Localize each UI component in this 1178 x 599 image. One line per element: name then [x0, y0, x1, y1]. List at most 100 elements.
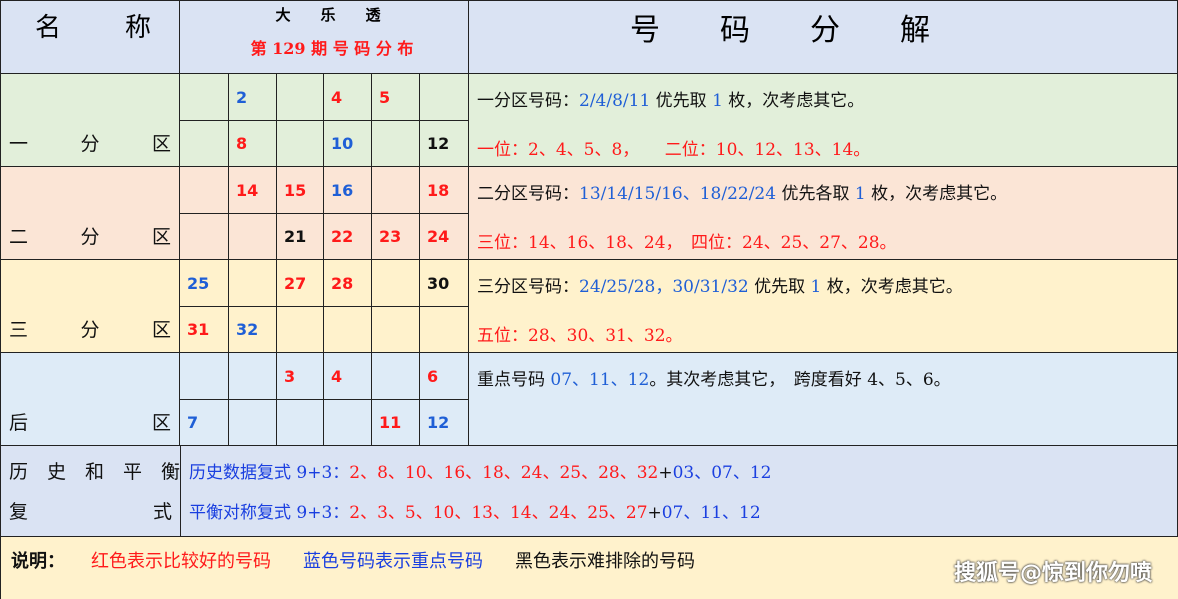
- zone-note-run: 枚，次考虑其它。: [821, 277, 963, 297]
- zone-note-run: 五位：28、30、31、32。: [477, 326, 683, 346]
- zone-note-run: 重点号码: [477, 370, 551, 390]
- zone-label: 一分区: [9, 129, 171, 156]
- number-cell: 15: [277, 167, 324, 214]
- zone-note-run: 枚，次考虑其它。: [865, 184, 1008, 204]
- zone-note-run: 1: [810, 277, 822, 297]
- zone-note-line: 一分区号码：2/4/8/11 优先取 1 枚，次考虑其它。: [477, 86, 864, 111]
- number-cell: [229, 214, 277, 260]
- compound-label-bottom-a: 复: [9, 500, 29, 523]
- number-cell: 4: [324, 353, 372, 400]
- zone-note-run: 一位：2、4、5、8， 二位：10、12、13、14。: [477, 140, 871, 160]
- zone-label-char: 分: [80, 226, 100, 248]
- compound-run: 平衡对称复式 9+3：: [189, 502, 350, 523]
- zone-notes-cell: 重点号码 07、11、12。其次考虑其它， 跨度看好 4、5、6。: [469, 353, 1178, 446]
- compound-line: 平衡对称复式 9+3：2、3、5、10、13、14、24、25、27+07、11…: [189, 498, 761, 523]
- number-cell: [324, 400, 372, 446]
- zone-note-line: 一位：2、4、5、8， 二位：10、12、13、14。: [477, 135, 870, 160]
- zone-note-run: 2/4/8/11: [579, 91, 651, 111]
- zone-note-line: 三分区号码：24/25/28，30/31/32 优先取 1 枚，次考虑其它。: [477, 272, 963, 297]
- zone-label-char: 三: [9, 319, 29, 341]
- legend-blue: 蓝色号码表示重点号码: [303, 551, 483, 572]
- number-cell: 24: [420, 214, 469, 260]
- zone-notes-cell: 一分区号码：2/4/8/11 优先取 1 枚，次考虑其它。一位：2、4、5、8，…: [469, 74, 1178, 167]
- compound-run: 2、3、5、10、13、14、24、25、27: [349, 502, 648, 523]
- legend-black: 黑色表示难排除的号码: [515, 551, 695, 572]
- compound-label-bottom-b: 式: [152, 500, 172, 523]
- number-cell: [420, 307, 469, 353]
- number-cell: 31: [180, 307, 229, 353]
- zone-label-char: 区: [151, 226, 171, 248]
- zone-label-char: 二: [9, 226, 29, 248]
- zone-label-char: 区: [151, 412, 171, 434]
- number-cell: 28: [324, 260, 372, 307]
- number-cell: 32: [229, 307, 277, 353]
- zone-label-char: 一: [9, 133, 29, 155]
- name-col-header-text: 名 称: [35, 13, 156, 43]
- zone-note-line: 重点号码 07、11、12。其次考虑其它， 跨度看好 4、5、6。: [477, 365, 951, 390]
- zone-note-line: 三位：14、16、18、24， 四位：24、25、27、28。: [477, 228, 897, 253]
- zone-note-run: 三位：14、16、18、24， 四位：24、25、27、28。: [477, 233, 897, 253]
- compound-line: 历史数据复式 9+3：2、8、10、16、18、24、25、28、32+03、0…: [189, 458, 772, 483]
- zone-note-run: 13/14/15/16、18/22/24: [579, 184, 777, 204]
- zone-note-run: 优先取: [748, 277, 811, 297]
- number-cell: 6: [420, 353, 469, 400]
- zone-note-run: 1: [712, 91, 723, 111]
- number-cell: [324, 307, 372, 353]
- compound-label-top: 历 史 和 平 衡: [9, 461, 181, 484]
- number-cell: 2: [229, 74, 277, 121]
- number-cell: 27: [277, 260, 324, 307]
- number-cell: [229, 260, 277, 307]
- compound-label-bottom: 复 式: [9, 497, 172, 524]
- zone-note-run: 24/25/28，30/31/32: [579, 277, 749, 297]
- number-cell: [180, 167, 229, 214]
- zone-note-line: 二分区号码：13/14/15/16、18/22/24 优先各取 1 枚，次考虑其…: [477, 179, 1007, 204]
- zone-notes-cell: 三分区号码：24/25/28，30/31/32 优先取 1 枚，次考虑其它。五位…: [469, 260, 1178, 353]
- lottery-name: 大 乐 透: [275, 6, 381, 24]
- zone-label-char: 分: [80, 319, 100, 341]
- compound-run: +: [658, 463, 673, 484]
- number-cell: 7: [180, 400, 229, 446]
- number-cell: 18: [420, 167, 469, 214]
- number-cell: 25: [180, 260, 229, 307]
- number-cell: 8: [229, 121, 277, 167]
- number-cell: [180, 353, 229, 400]
- number-cell: [229, 353, 277, 400]
- number-cell: 12: [420, 400, 469, 446]
- zone-note-run: 1: [854, 184, 866, 204]
- number-cell: [372, 260, 420, 307]
- number-cell: [180, 121, 229, 167]
- decompose-title: 号 码 分 解: [630, 13, 930, 48]
- number-cell: 14: [229, 167, 277, 214]
- compound-run: +: [647, 502, 662, 523]
- number-cell: [277, 307, 324, 353]
- zone-label: 后区: [9, 408, 171, 435]
- number-cell: 22: [324, 214, 372, 260]
- zone-label-char: 区: [151, 133, 171, 155]
- watermark: 搜狐号@惊到你勿喷: [953, 561, 1152, 586]
- zone-label-cell: 二分区: [0, 167, 180, 260]
- number-cell: [277, 121, 324, 167]
- legend-intro: 说明：: [11, 551, 65, 572]
- issue-subtitle: 第 129 期 号 码 分 布: [250, 39, 414, 58]
- compound-label-cell: 历 史 和 平 衡 复 式: [0, 445, 181, 537]
- zone-label-char: 区: [151, 319, 171, 341]
- compound-run: 历史数据复式 9+3：: [189, 463, 350, 484]
- lottery-table: 名 称 大 乐 透 第 129 期 号 码 分 布 号 码 分 解 历 史 和 …: [0, 0, 1178, 599]
- number-cell: [277, 74, 324, 121]
- compound-run: 2、8、10、16、18、24、25、28、32: [349, 463, 659, 484]
- number-cell: 10: [324, 121, 372, 167]
- zone-label: 二分区: [9, 222, 171, 249]
- number-cell: [229, 400, 277, 446]
- zone-note-run: 07、11、12: [550, 370, 650, 390]
- number-cell: 5: [372, 74, 420, 121]
- number-cell: 12: [420, 121, 469, 167]
- number-cell: [180, 214, 229, 260]
- number-cell: [180, 74, 229, 121]
- number-cell: [277, 400, 324, 446]
- zone-label-cell: 后区: [0, 353, 180, 446]
- zone-label: 三分区: [9, 315, 171, 342]
- zone-label-char: 后: [9, 412, 29, 434]
- number-cell: 30: [420, 260, 469, 307]
- issue-header: 大 乐 透 第 129 期 号 码 分 布: [180, 0, 469, 74]
- zone-note-run: 枚，次考虑其它。: [722, 91, 865, 111]
